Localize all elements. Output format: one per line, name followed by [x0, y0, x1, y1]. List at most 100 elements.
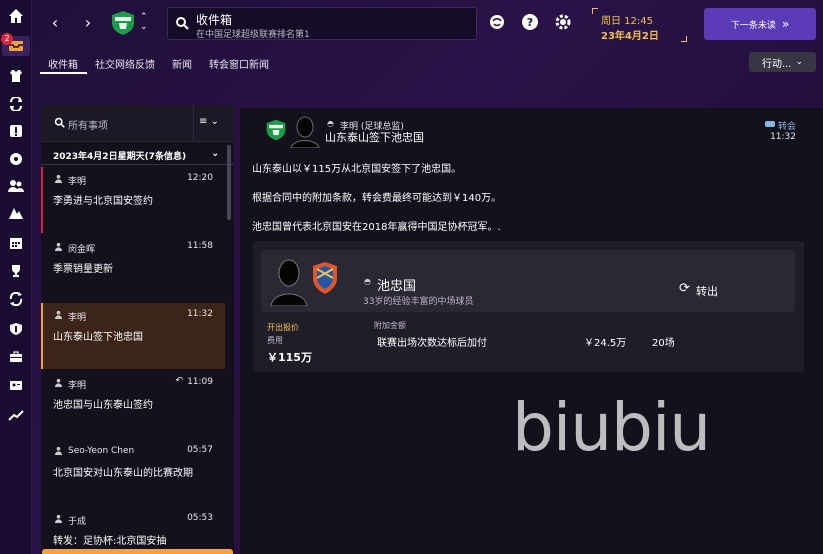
- club-crest-icon: [309, 260, 341, 299]
- staff-icon[interactable]: [6, 176, 26, 196]
- date-corner-icon: [681, 36, 687, 42]
- message-time: 11:09: [187, 377, 213, 387]
- transfer-out-icon: ⟳: [679, 281, 690, 296]
- transfer-status: 转出: [696, 285, 718, 298]
- reply-icon: ↶: [175, 376, 183, 386]
- injury-icon[interactable]: [6, 121, 26, 141]
- watermark: biubiu: [512, 389, 711, 466]
- double-chevron-right-icon: »: [781, 17, 790, 31]
- list-item[interactable]: 闵金晖 11:58 季票销量更新: [41, 235, 225, 301]
- message-subject: 季票销量更新: [53, 264, 113, 275]
- search-box[interactable]: 收件箱 在中国足球超级联赛排名第1: [167, 7, 477, 40]
- help-icon[interactable]: ?: [521, 13, 541, 33]
- date-group-label: 2023年4月2日星期天(7条信息): [53, 152, 187, 162]
- message-paragraph: 山东泰山以￥115万从北京国安签下了池忠国。: [252, 164, 462, 175]
- date-corner-icon: [592, 8, 598, 14]
- search-icon: [175, 16, 189, 33]
- inbox-tabs: 收件箱 社交网络反馈 新闻 转会窗口新闻: [40, 52, 278, 74]
- list-search-input[interactable]: 所有事项: [68, 117, 108, 132]
- transfers-icon[interactable]: [6, 289, 26, 309]
- message-time: 11:58: [187, 241, 213, 251]
- message-subject: 转发：足协杯:北京国安抽: [53, 536, 167, 547]
- list-item-selected[interactable]: 李明 11:32 山东泰山签下池忠国: [41, 303, 225, 369]
- message-category: 转会: [777, 122, 796, 132]
- person-icon: [54, 378, 63, 387]
- date-group-header[interactable]: 2023年4月2日星期天(7条信息) ⌄: [41, 145, 234, 165]
- calendar-icon[interactable]: [6, 233, 26, 253]
- brain-icon[interactable]: [488, 13, 508, 33]
- club-badge-icon: [264, 118, 288, 145]
- match-icon[interactable]: [6, 149, 26, 169]
- message-sender: 李明: [68, 381, 87, 391]
- list-bottom-button[interactable]: [42, 549, 233, 554]
- current-time: 周日 12:45: [601, 16, 653, 27]
- page-subtitle: 在中国足球超级联赛排名第1: [196, 30, 310, 40]
- club-badge-icon[interactable]: [109, 9, 137, 37]
- player-strip[interactable]: ◓ 池忠国 33岁的经验丰富的中场球员 ⟳ 转出: [261, 250, 795, 312]
- message-time: 12:20: [187, 173, 213, 183]
- person-icon: [54, 242, 63, 251]
- continue-label: 下一条未读: [730, 20, 776, 31]
- addon-label: 附加金额: [374, 321, 406, 330]
- message-time: 11:32: [770, 132, 796, 142]
- settings-gear-icon[interactable]: [554, 13, 574, 33]
- inbox-list: 所有事项 ≡ ⌄ 2023年4月2日星期天(7条信息) ⌄ 李明 12:20 李…: [41, 105, 234, 554]
- list-item[interactable]: Seo-Yeon Chen 05:57 北京国安对山东泰山的比赛改期: [41, 439, 225, 505]
- unread-bar: [41, 167, 43, 233]
- sender-avatar: [288, 114, 322, 151]
- message-subject: 北京国安对山东泰山的比赛改期: [53, 468, 193, 479]
- message-sender: 李明: [68, 177, 87, 187]
- message-sender: Seo-Yeon Chen: [68, 446, 135, 456]
- message-time: 05:53: [187, 513, 213, 523]
- tab-social-feedback[interactable]: 社交网络反馈: [87, 52, 164, 74]
- list-scrollbar[interactable]: [227, 145, 231, 220]
- person-icon: [54, 446, 63, 455]
- message-time: 05:57: [187, 445, 213, 455]
- inbox-badge: 2: [1, 33, 13, 45]
- list-item[interactable]: 李明 12:20 李勇进与北京国安签约: [41, 167, 225, 233]
- player-name[interactable]: 池忠国: [377, 275, 416, 294]
- trophy-icon[interactable]: [6, 261, 26, 281]
- fee-value: ￥115万: [267, 351, 312, 364]
- selected-bar: [41, 303, 43, 369]
- tab-news[interactable]: 新闻: [164, 52, 201, 74]
- message-detail: ◓ 李明 (足球总监) 山东泰山签下池忠国 转会 11:32 山东泰山以￥115…: [240, 108, 823, 554]
- chevron-down-icon: ⌄: [211, 148, 220, 159]
- tactics-icon[interactable]: [6, 94, 26, 114]
- date-box[interactable]: 周日 12:45 23年4月2日: [592, 8, 687, 42]
- scouting-icon[interactable]: [6, 375, 26, 395]
- chevron-down-icon: ⌄: [795, 57, 804, 67]
- finances-icon[interactable]: [6, 347, 26, 367]
- list-item[interactable]: 李明 ↶ 11:09 池忠国与山东泰山签约: [41, 371, 225, 437]
- training-icon[interactable]: [6, 203, 26, 223]
- current-date: 23年4月2日: [601, 31, 659, 42]
- list-item[interactable]: 于成 05:53 转发：足协杯:北京国安抽: [41, 507, 225, 554]
- filter-menu-icon[interactable]: ≡ ⌄: [199, 116, 219, 127]
- left-rail: 2: [0, 0, 32, 554]
- tab-inbox[interactable]: 收件箱: [40, 52, 87, 74]
- message-sender: 闵金晖: [68, 245, 96, 255]
- stats-icon[interactable]: [6, 405, 26, 425]
- actions-label: 行动...: [761, 58, 792, 70]
- back-button[interactable]: ‹: [44, 12, 66, 34]
- continue-button[interactable]: 下一条未读 »: [704, 8, 816, 40]
- offer-label: 开出报价: [267, 323, 299, 332]
- top-bar: ‹ › ⌃ ⌄ 收件箱 在中国足球超级联赛排名第1 ? 周日 12:45 23年4…: [32, 0, 823, 50]
- message-sender: 李明: [68, 313, 87, 323]
- club-switch-chevrons-icon[interactable]: ⌃ ⌄: [140, 12, 148, 32]
- club-icon[interactable]: [6, 319, 26, 339]
- message-subject: 池忠国与山东泰山签约: [53, 400, 153, 411]
- message-title: 山东泰山签下池忠国: [325, 131, 424, 144]
- squad-icon[interactable]: [6, 66, 26, 86]
- home-icon[interactable]: [6, 6, 26, 26]
- forward-button[interactable]: ›: [77, 12, 99, 34]
- addon-count: 20场: [652, 338, 675, 349]
- list-search[interactable]: 所有事项 ≡ ⌄: [41, 105, 234, 142]
- addon-description: 联赛出场次数达标后加付: [377, 338, 487, 349]
- message-paragraph: 池忠国曾代表北京国安在2018年赢得中国足协杯冠军。.: [252, 222, 501, 233]
- actions-dropdown[interactable]: 行动... ⌄: [749, 52, 816, 72]
- tab-transfer-window-news[interactable]: 转会窗口新闻: [201, 52, 278, 74]
- message-paragraph: 根据合同中的附加条款，转会费最终可能达到￥140万。: [252, 193, 502, 204]
- message-subject: 李勇进与北京国安签约: [53, 196, 153, 207]
- page-title: 收件箱: [196, 13, 233, 27]
